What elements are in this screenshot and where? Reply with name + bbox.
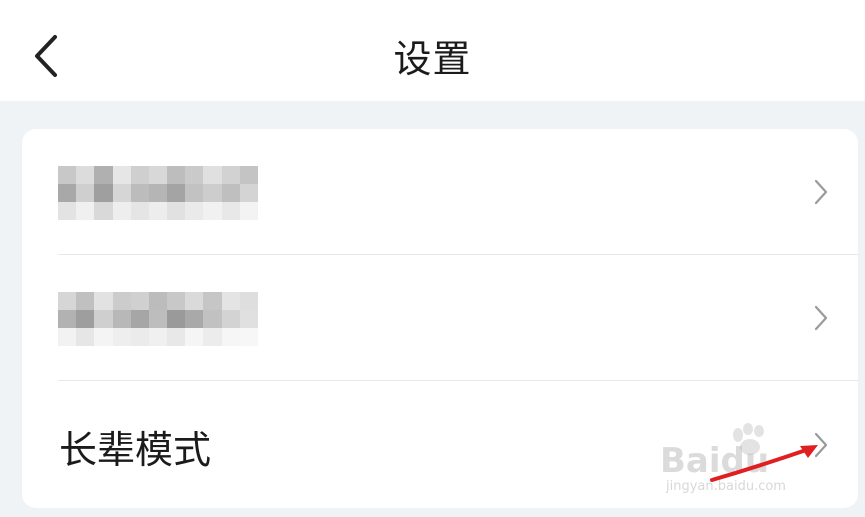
page-title: 设置 — [393, 37, 472, 81]
blurred-label — [58, 292, 258, 346]
chevron-right-icon — [812, 304, 830, 332]
chevron-right-icon — [812, 178, 830, 206]
elder-mode-label: 长辈模式 — [59, 428, 212, 472]
blurred-label — [58, 166, 258, 220]
annotation-arrow-icon — [710, 445, 818, 482]
settings-item-1[interactable] — [22, 129, 858, 255]
settings-item-2[interactable] — [22, 255, 858, 381]
top-bar: 设置 — [0, 0, 865, 101]
